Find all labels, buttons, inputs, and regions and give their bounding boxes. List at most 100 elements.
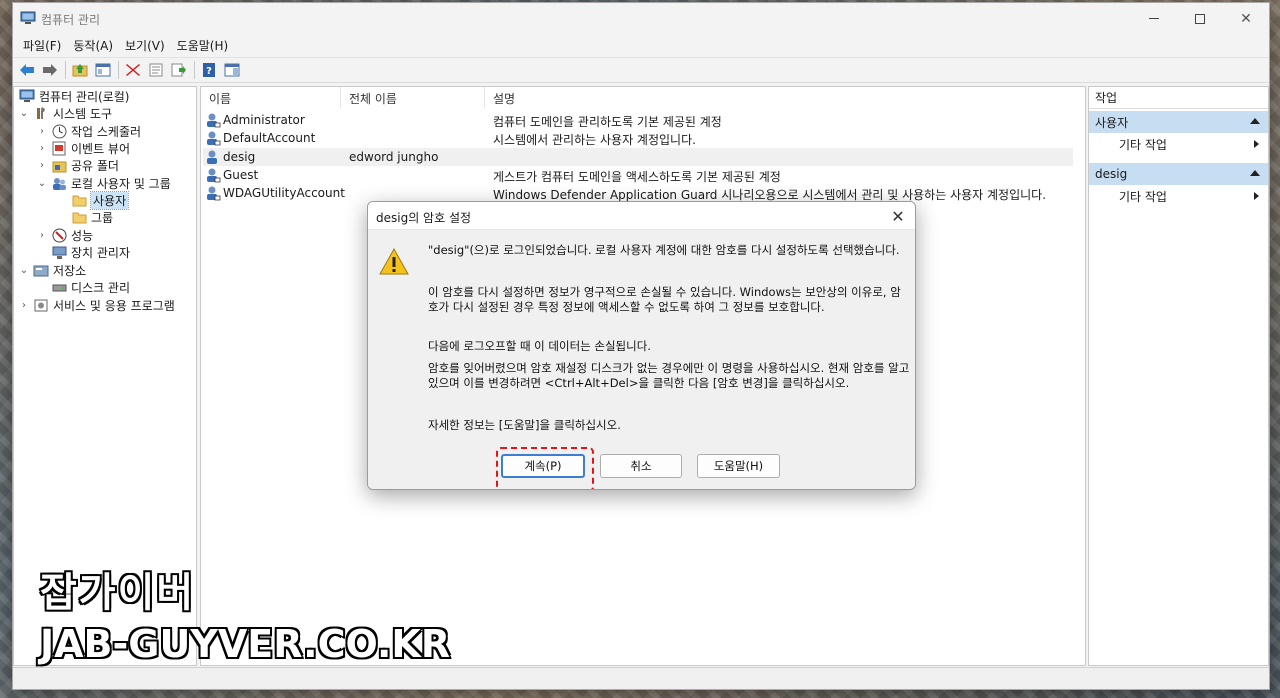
table-row[interactable]: Administrator 컴퓨터 도메인을 관리하도록 기본 제공된 계정 [203, 111, 1073, 129]
tree-label: 사용자 [89, 191, 130, 210]
menu-file[interactable]: 파일(F) [17, 35, 67, 56]
more-actions-item[interactable]: 기타 작업 [1119, 187, 1268, 205]
tree-item-local-users-groups[interactable]: ⌄ 로컬 사용자 및 그룹 [36, 175, 171, 192]
tree-label: 공유 폴더 [71, 159, 119, 173]
up-one-level-button[interactable] [69, 59, 91, 81]
delete-icon [126, 64, 140, 76]
menu-view[interactable]: 보기(V) [119, 35, 171, 56]
tree-item-storage[interactable]: ⌄ 저장소 [18, 262, 86, 279]
table-row[interactable]: Guest 게스트가 컴퓨터 도메인을 액세스하도록 기본 제공된 계정 [203, 166, 1073, 184]
user-icon [207, 150, 217, 164]
dialog-body: "desig"(으)로 로그인되었습니다. 로컬 사용자 계정에 대한 암호를 … [368, 231, 915, 489]
help-toolbar-button[interactable]: ? [198, 59, 220, 81]
services-icon [33, 298, 49, 313]
show-hide-action-pane-button[interactable] [221, 59, 243, 81]
column-header-name[interactable]: 이름 [201, 87, 341, 109]
export-list-button[interactable] [168, 59, 190, 81]
back-arrow-icon [20, 64, 34, 76]
tree-item-computer-management[interactable]: 컴퓨터 관리(로컬) [16, 88, 129, 105]
table-row[interactable]: desig edword jungho [203, 148, 1073, 166]
close-button[interactable]: ✕ [1223, 3, 1269, 34]
back-button[interactable] [16, 59, 38, 81]
computer-management-icon [20, 11, 36, 24]
tree-item-device-manager[interactable]: 장치 관리자 [48, 244, 130, 261]
properties-button[interactable] [145, 59, 167, 81]
tree-item-event-viewer[interactable]: › 이벤트 뷰어 [36, 140, 130, 157]
properties-icon [149, 63, 163, 77]
show-hide-tree-icon [95, 63, 111, 77]
watermark-korean: 잡가이버 [38, 569, 196, 618]
dialog-message-data-loss: 다음에 로그오프할 때 이 데이터는 손실됩니다. [428, 339, 651, 353]
tree-item-disk-management[interactable]: 디스크 관리 [48, 279, 130, 296]
actions-section-desig[interactable]: desig [1089, 163, 1268, 185]
tree-item-groups[interactable]: 그룹 [68, 209, 113, 226]
dialog-message-warning: 이 암호를 다시 설정하면 정보가 영구적으로 손실될 수 있습니다. Wind… [428, 285, 901, 314]
tree-item-performance[interactable]: › 성능 [36, 227, 93, 244]
minimize-icon [1149, 18, 1159, 19]
user-name: DefaultAccount [223, 131, 316, 145]
more-actions-label: 기타 작업 [1119, 189, 1167, 204]
tree-label: 시스템 도구 [53, 107, 113, 121]
folder-icon [71, 210, 87, 225]
tree-item-users[interactable]: 사용자 [68, 191, 130, 210]
performance-icon [51, 228, 67, 243]
storage-icon [33, 263, 49, 278]
more-actions-item[interactable]: 기타 작업 [1119, 135, 1268, 153]
proceed-button[interactable]: 계속(P) [501, 454, 585, 478]
chevron-right-icon[interactable]: › [36, 160, 48, 171]
chevron-right-icon[interactable]: › [36, 126, 48, 137]
collapse-up-icon[interactable] [1250, 118, 1260, 124]
show-hide-tree-button[interactable] [92, 59, 114, 81]
toolbar-separator [118, 61, 119, 79]
dialog-message-instructions: 암호를 잊어버렸으며 암호 재설정 디스크가 없는 경우에만 이 명령을 사용하… [428, 361, 910, 390]
chevron-down-icon[interactable]: ⌄ [18, 108, 30, 119]
chevron-down-icon[interactable]: ⌄ [36, 178, 48, 189]
close-icon: ✕ [1240, 10, 1252, 27]
table-row[interactable]: WDAGUtilityAccount Windows Defender Appl… [203, 184, 1073, 202]
chevron-down-icon[interactable]: ⌄ [18, 265, 30, 276]
up-folder-icon [72, 64, 88, 77]
toolbar: ? [13, 57, 1269, 83]
user-icon [207, 168, 221, 183]
forward-button[interactable] [39, 59, 61, 81]
users-icon [51, 176, 67, 191]
window-title: 컴퓨터 관리 [41, 13, 101, 27]
svg-text:?: ? [206, 66, 212, 77]
actions-header: 작업 [1089, 87, 1268, 109]
dialog-close-button[interactable]: ✕ [887, 205, 909, 227]
menu-bar: 파일(F) 동작(A) 보기(V) 도움말(H) [13, 34, 1269, 56]
dialog-title: desig의 암호 설정 [376, 211, 472, 225]
folder-icon [71, 193, 87, 208]
collapse-up-icon[interactable] [1250, 170, 1260, 176]
chevron-right-icon[interactable]: › [36, 143, 48, 154]
tree-item-task-scheduler[interactable]: › 작업 스케줄러 [36, 123, 141, 140]
disk-icon [51, 280, 67, 295]
submenu-arrow-icon [1254, 140, 1259, 148]
user-description: 컴퓨터 도메인을 관리하도록 기본 제공된 계정 [493, 115, 722, 129]
minimize-button[interactable] [1131, 3, 1177, 34]
cancel-button[interactable]: 취소 [600, 454, 682, 478]
column-header-description[interactable]: 설명 [485, 87, 1075, 109]
dialog-message-login: "desig"(으)로 로그인되었습니다. 로컬 사용자 계정에 대한 암호를 … [428, 243, 900, 257]
tree-item-shared-folders[interactable]: › 공유 폴더 [36, 157, 119, 174]
actions-section-users[interactable]: 사용자 [1089, 111, 1268, 133]
section-title: 사용자 [1095, 115, 1129, 130]
export-icon [171, 63, 186, 77]
menu-action[interactable]: 동작(A) [67, 35, 119, 56]
menu-help[interactable]: 도움말(H) [171, 35, 235, 56]
tree-label: 컴퓨터 관리(로컬) [39, 90, 130, 104]
user-name: desig [223, 150, 256, 164]
column-header-fullname[interactable]: 전체 이름 [341, 87, 485, 109]
chevron-right-icon[interactable]: › [36, 230, 48, 241]
tree-label: 성능 [71, 229, 94, 243]
tree-item-system-tools[interactable]: ⌄ 시스템 도구 [18, 105, 112, 122]
chevron-right-icon[interactable]: › [18, 300, 30, 311]
delete-button[interactable] [122, 59, 144, 81]
tree-label: 디스크 관리 [71, 281, 131, 295]
warning-icon [379, 247, 409, 275]
help-button[interactable]: 도움말(H) [697, 454, 780, 478]
forward-arrow-icon [43, 64, 57, 76]
table-row[interactable]: DefaultAccount 시스템에서 관리하는 사용자 계정입니다. [203, 129, 1073, 147]
tree-item-services-applications[interactable]: › 서비스 및 응용 프로그램 [18, 297, 175, 314]
maximize-button[interactable] [1177, 3, 1223, 34]
